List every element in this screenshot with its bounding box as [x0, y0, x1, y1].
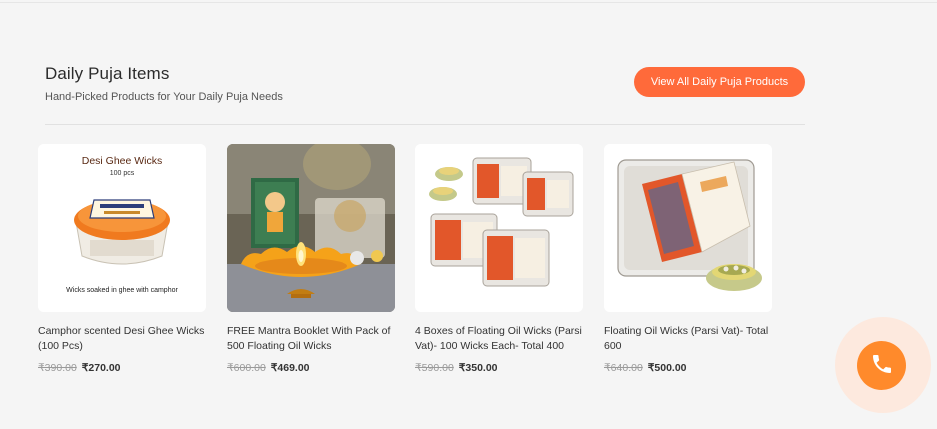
image-title: Desi Ghee Wicks	[82, 155, 163, 167]
original-price: ₹640.00	[604, 362, 643, 374]
section-subtitle: Hand-Picked Products for Your Daily Puja…	[45, 91, 283, 103]
sale-price: ₹469.00	[270, 362, 310, 374]
product-card[interactable]: FREE Mantra Booklet With Pack of 500 Flo…	[227, 144, 395, 374]
sale-price: ₹350.00	[458, 362, 498, 374]
product-image[interactable]	[227, 144, 395, 312]
original-price: ₹600.00	[227, 362, 266, 374]
product-card[interactable]: Floating Oil Wicks (Parsi Vat)- Total 60…	[604, 144, 772, 374]
call-button[interactable]	[857, 341, 906, 390]
product-image[interactable]	[604, 144, 772, 312]
product-name[interactable]: FREE Mantra Booklet With Pack of 500 Flo…	[227, 324, 395, 354]
product-name[interactable]: Floating Oil Wicks (Parsi Vat)- Total 60…	[604, 324, 772, 354]
section-divider	[45, 124, 805, 125]
product-image[interactable]	[415, 144, 583, 312]
product-name[interactable]: 4 Boxes of Floating Oil Wicks (Parsi Vat…	[415, 324, 583, 354]
image-count: 100 pcs	[110, 170, 135, 177]
section-title: Daily Puja Items	[45, 64, 170, 83]
daily-puja-section: Daily Puja Items Hand-Picked Products fo…	[0, 0, 937, 429]
phone-icon	[870, 352, 894, 379]
sale-price: ₹500.00	[647, 362, 687, 374]
view-all-button[interactable]: View All Daily Puja Products	[634, 67, 805, 97]
product-card[interactable]: Desi Ghee Wicks 100 pcs Wicks soaked in …	[38, 144, 206, 374]
product-card[interactable]: 4 Boxes of Floating Oil Wicks (Parsi Vat…	[415, 144, 583, 374]
product-image[interactable]: Desi Ghee Wicks 100 pcs Wicks soaked in …	[38, 144, 206, 312]
sale-price: ₹270.00	[81, 362, 121, 374]
product-name[interactable]: Camphor scented Desi Ghee Wicks (100 Pcs…	[38, 324, 206, 354]
price-row: ₹390.00 ₹270.00	[38, 362, 206, 374]
image-caption: Wicks soaked in ghee with camphor	[66, 287, 178, 294]
original-price: ₹390.00	[38, 362, 77, 374]
product-grid: Desi Ghee Wicks 100 pcs Wicks soaked in …	[38, 144, 778, 384]
original-price: ₹590.00	[415, 362, 454, 374]
price-row: ₹590.00 ₹350.00	[415, 362, 583, 374]
price-row: ₹640.00 ₹500.00	[604, 362, 772, 374]
price-row: ₹600.00 ₹469.00	[227, 362, 395, 374]
